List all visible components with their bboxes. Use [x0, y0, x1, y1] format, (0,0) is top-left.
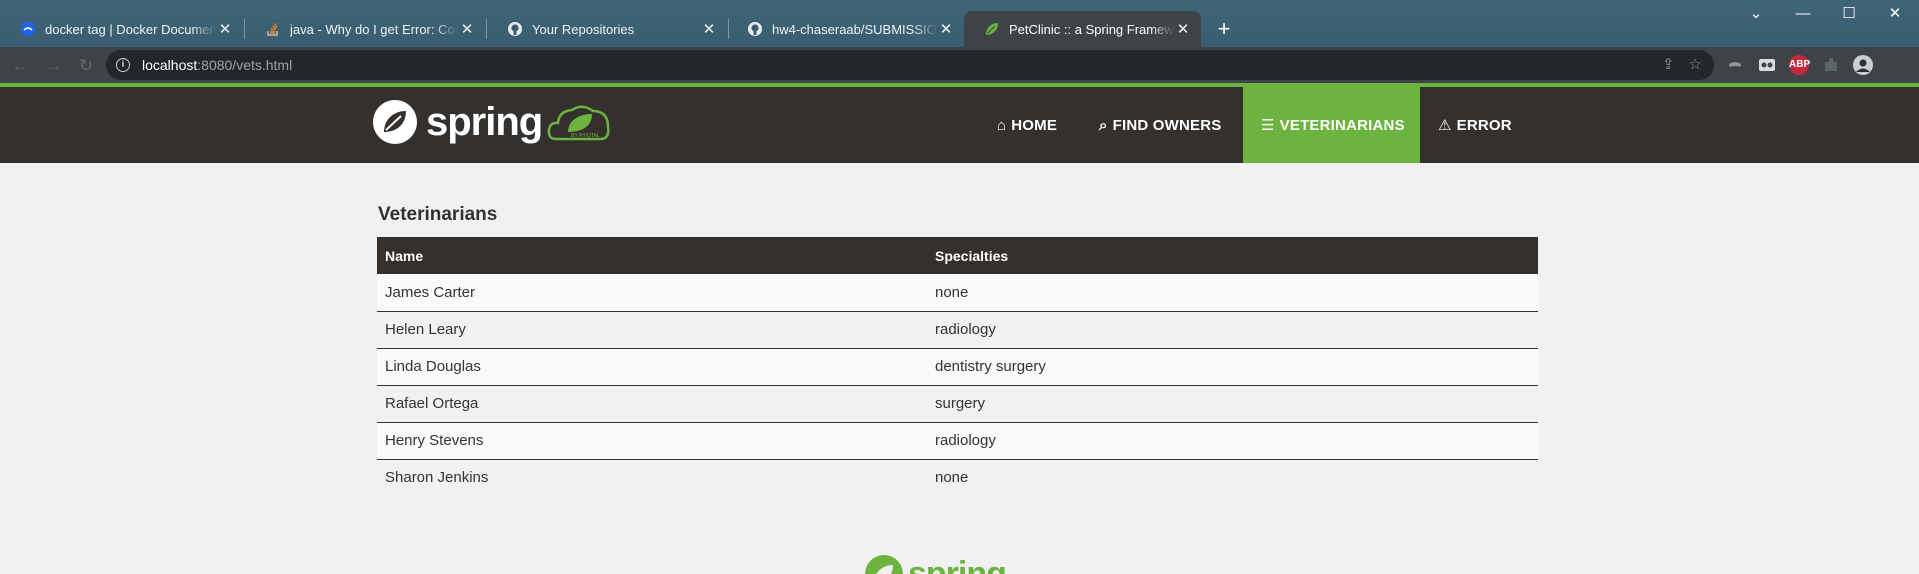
tab-your-repositories[interactable]: Your Repositories ✕	[487, 11, 727, 47]
nav-error-label: ERROR	[1456, 116, 1512, 134]
extensions-puzzle-icon[interactable]	[1821, 55, 1841, 75]
close-icon[interactable]: ✕	[1175, 20, 1191, 38]
close-icon[interactable]: ✕	[459, 20, 475, 38]
vet-specialties: dentistry surgery	[927, 347, 1538, 385]
site-navbar: spring BY PIVOTAL ⌂ HOME ⌕ FIND OWNERS ☰…	[0, 83, 1919, 163]
close-window-button[interactable]: ✕	[1872, 0, 1918, 30]
new-tab-button[interactable]: +	[1210, 15, 1238, 43]
vet-name: James Carter	[377, 274, 927, 311]
tab-java-error[interactable]: java - Why do I get Error: Could not fin…	[245, 11, 485, 47]
extension-mask-icon[interactable]	[1725, 55, 1745, 75]
column-header-name[interactable]: Name	[377, 237, 927, 274]
nav-home-label: HOME	[1011, 116, 1058, 134]
adblock-plus-icon[interactable]: ABP	[1789, 55, 1810, 75]
list-icon: ☰	[1261, 117, 1275, 134]
nav-home[interactable]: ⌂ HOME	[979, 87, 1075, 163]
vet-specialties: surgery	[927, 384, 1538, 422]
vet-name: Sharon Jenkins	[377, 458, 927, 496]
vet-specialties: radiology	[927, 310, 1538, 348]
bookmark-star-icon[interactable]: ☆	[1689, 55, 1702, 73]
minimize-button[interactable]: —	[1780, 0, 1826, 30]
vet-name: Rafael Ortega	[377, 384, 927, 422]
forward-arrow-icon[interactable]: →	[43, 55, 65, 77]
column-header-specialties[interactable]: Specialties	[927, 237, 1538, 274]
search-icon: ⌕	[1099, 116, 1108, 134]
stackoverflow-icon	[267, 23, 278, 36]
tab-title: PetClinic :: a Spring Framework demonstr…	[1009, 21, 1175, 37]
table-row: Sharon Jenkins none	[377, 458, 1538, 496]
warning-icon: ⚠	[1438, 117, 1452, 134]
table-header-row: Name Specialties	[377, 237, 1538, 274]
tab-hw4-submission[interactable]: hw4-chaseraab/SUBMISSION.md ✕	[727, 11, 964, 47]
browser-tab-bar: docker tag | Docker Documentation ✕ java…	[0, 0, 1919, 47]
footer-brand-wordmark: spring	[908, 554, 1007, 574]
page-title: Veterinarians	[378, 204, 498, 225]
site-info-icon[interactable]: i	[116, 58, 130, 72]
github-icon	[748, 22, 762, 36]
back-arrow-icon[interactable]: ←	[9, 55, 31, 77]
tab-title: docker tag | Docker Documentation	[45, 21, 217, 37]
tab-title: java - Why do I get Error: Could not fin…	[290, 21, 459, 37]
table-row: Linda Douglas dentistry surgery	[377, 347, 1538, 385]
address-bar[interactable]: i localhost:8080/vets.html ⇪ ☆	[106, 50, 1714, 80]
tab-title: hw4-chaseraab/SUBMISSION.md	[772, 21, 938, 37]
table-row: Henry Stevens radiology	[377, 421, 1538, 459]
tab-title: Your Repositories	[532, 21, 635, 37]
home-icon: ⌂	[997, 116, 1007, 134]
extension-glasses-icon[interactable]	[1757, 55, 1777, 75]
vet-specialties: none	[927, 274, 1538, 311]
nav-veterinarians[interactable]: ☰ VETERINARIANS	[1243, 87, 1420, 163]
share-icon[interactable]: ⇪	[1662, 55, 1675, 73]
table-row: James Carter none	[377, 274, 1538, 311]
tab-docker-tag[interactable]: docker tag | Docker Documentation ✕	[0, 11, 243, 47]
tab-petclinic[interactable]: PetClinic :: a Spring Framework demonstr…	[964, 11, 1201, 47]
close-icon[interactable]: ✕	[938, 20, 954, 38]
spring-logo-icon	[373, 100, 417, 144]
vet-name: Henry Stevens	[377, 421, 927, 459]
browser-toolbar: ← → ↻ i localhost:8080/vets.html ⇪ ☆ ABP	[0, 47, 1919, 83]
nav-find-owners[interactable]: ⌕ FIND OWNERS	[1081, 87, 1239, 163]
tab-search-button[interactable]: ⌄	[1733, 0, 1779, 30]
brand-wordmark: spring	[426, 99, 543, 144]
table-row: Rafael Ortega surgery	[377, 384, 1538, 422]
spring-logo-icon	[865, 555, 903, 574]
docker-icon	[21, 22, 35, 36]
footer-spring-logo: spring	[864, 554, 1007, 574]
vet-name: Linda Douglas	[377, 347, 927, 385]
nav-find-owners-label: FIND OWNERS	[1112, 116, 1222, 134]
table-row: Helen Leary radiology	[377, 310, 1538, 348]
nav-error[interactable]: ⚠ ERROR	[1420, 87, 1530, 163]
vets-table: Name Specialties James Carter none Helen…	[377, 237, 1538, 496]
vet-specialties: radiology	[927, 421, 1538, 459]
url-text[interactable]: localhost:8080/vets.html	[142, 57, 292, 73]
close-icon[interactable]: ✕	[217, 20, 233, 38]
vet-specialties: none	[927, 458, 1538, 496]
spring-logo[interactable]: spring BY PIVOTAL	[372, 99, 612, 145]
maximize-button[interactable]: ☐	[1826, 0, 1872, 30]
spring-leaf-icon	[986, 23, 998, 35]
github-icon	[508, 22, 522, 36]
profile-avatar[interactable]	[1853, 55, 1873, 75]
pivotal-cloud-badge-icon: BY PIVOTAL	[547, 105, 610, 141]
nav-veterinarians-label: VETERINARIANS	[1279, 116, 1405, 134]
svg-text:BY PIVOTAL: BY PIVOTAL	[571, 133, 600, 139]
close-icon[interactable]: ✕	[701, 20, 717, 38]
vet-name: Helen Leary	[377, 310, 927, 348]
reload-icon[interactable]: ↻	[75, 55, 97, 77]
